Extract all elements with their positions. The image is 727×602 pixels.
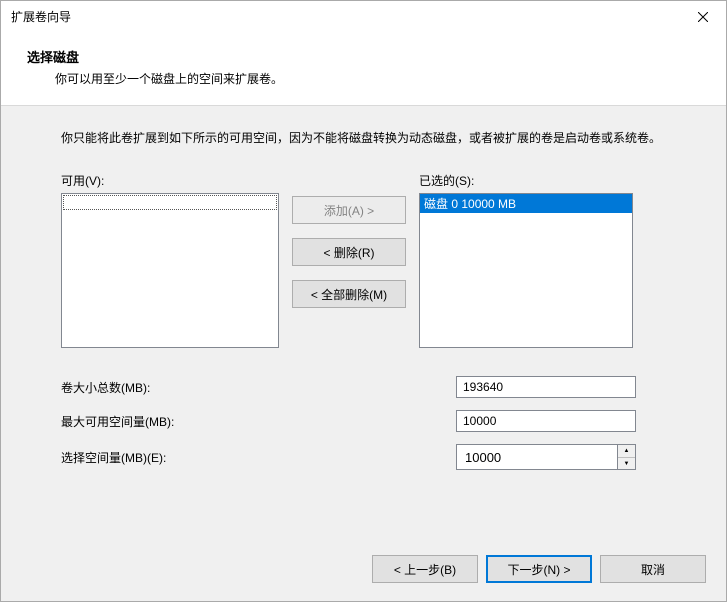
close-button[interactable] <box>680 1 726 33</box>
selected-listbox[interactable]: 磁盘 0 10000 MB <box>419 193 633 348</box>
transfer-buttons: 添加(A) > < 删除(R) < 全部删除(M) <box>279 172 419 348</box>
select-space-input[interactable] <box>456 444 618 470</box>
select-space-label: 选择空间量(MB)(E): <box>61 449 456 466</box>
list-item[interactable]: 磁盘 0 10000 MB <box>420 194 632 213</box>
available-column: 可用(V): <box>61 172 279 348</box>
cancel-button[interactable]: 取消 <box>600 555 706 583</box>
available-label: 可用(V): <box>61 172 279 189</box>
remove-all-button[interactable]: < 全部删除(M) <box>292 280 406 308</box>
remove-button[interactable]: < 删除(R) <box>292 238 406 266</box>
select-space-spinner: ▲ ▼ <box>456 444 636 470</box>
total-size-label: 卷大小总数(MB): <box>61 379 456 396</box>
size-fields: 卷大小总数(MB): 最大可用空间量(MB): 选择空间量(MB)(E): ▲ … <box>61 376 690 470</box>
content-area: 你只能将此卷扩展到如下所示的可用空间，因为不能将磁盘转换为动态磁盘，或者被扩展的… <box>1 105 726 601</box>
wizard-header: 选择磁盘 你可以用至少一个磁盘上的空间来扩展卷。 <box>1 33 726 105</box>
page-subtitle: 你可以用至少一个磁盘上的空间来扩展卷。 <box>27 70 700 87</box>
close-icon <box>698 12 708 22</box>
page-title: 选择磁盘 <box>27 47 700 66</box>
spinner-down-button[interactable]: ▼ <box>618 458 635 470</box>
next-button[interactable]: 下一步(N) > <box>486 555 592 583</box>
back-button[interactable]: < 上一步(B) <box>372 555 478 583</box>
select-space-row: 选择空间量(MB)(E): ▲ ▼ <box>61 444 690 470</box>
spinner-buttons: ▲ ▼ <box>618 444 636 470</box>
selected-column: 已选的(S): 磁盘 0 10000 MB <box>419 172 690 348</box>
disk-columns: 可用(V): 添加(A) > < 删除(R) < 全部删除(M) 已选的(S):… <box>61 172 690 348</box>
spinner-up-button[interactable]: ▲ <box>618 445 635 458</box>
total-size-row: 卷大小总数(MB): <box>61 376 690 398</box>
total-size-value <box>456 376 636 398</box>
window-title: 扩展卷向导 <box>11 8 680 25</box>
selected-label: 已选的(S): <box>419 172 690 189</box>
wizard-footer: < 上一步(B) 下一步(N) > 取消 <box>372 555 706 583</box>
wizard-window: 扩展卷向导 选择磁盘 你可以用至少一个磁盘上的空间来扩展卷。 你只能将此卷扩展到… <box>0 0 727 602</box>
max-space-row: 最大可用空间量(MB): <box>61 410 690 432</box>
max-space-label: 最大可用空间量(MB): <box>61 413 456 430</box>
available-focus-rect <box>63 195 277 210</box>
add-button[interactable]: 添加(A) > <box>292 196 406 224</box>
description-text: 你只能将此卷扩展到如下所示的可用空间，因为不能将磁盘转换为动态磁盘，或者被扩展的… <box>61 128 690 148</box>
titlebar: 扩展卷向导 <box>1 1 726 33</box>
available-listbox[interactable] <box>61 193 279 348</box>
max-space-value <box>456 410 636 432</box>
